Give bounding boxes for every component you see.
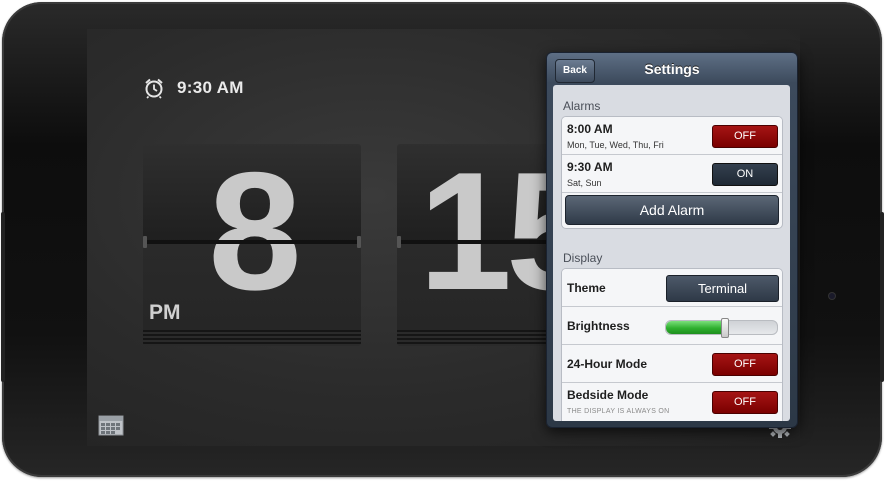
hour-flip-card: 8 PM xyxy=(143,137,361,349)
alarm-toggle[interactable]: OFF xyxy=(712,125,778,148)
settings-body[interactable]: Alarms 8:00 AM Mon, Tue, Wed, Thu, Fri O… xyxy=(553,85,790,421)
display-group: Theme Terminal Brightness 24-Hour Mode O… xyxy=(561,268,783,421)
settings-popover: Back Settings Alarms 8:00 AM Mon, Tue, W… xyxy=(546,52,798,428)
hour24-toggle[interactable]: OFF xyxy=(712,353,778,376)
hour24-label: 24-Hour Mode xyxy=(567,357,648,371)
theme-label: Theme xyxy=(567,281,606,295)
bedside-note: THE DISPLAY IS ALWAYS ON xyxy=(567,408,670,415)
display-section-label: Display xyxy=(563,251,603,265)
hour24-row[interactable]: 24-Hour Mode OFF xyxy=(562,345,782,383)
alarm-row[interactable]: 8:00 AM Mon, Tue, Wed, Thu, Fri OFF xyxy=(562,117,782,155)
alarm-days: Mon, Tue, Wed, Thu, Fri xyxy=(567,140,664,150)
brightness-slider[interactable] xyxy=(665,318,778,338)
alarm-toggle[interactable]: ON xyxy=(712,163,778,186)
theme-row[interactable]: Theme Terminal xyxy=(562,269,782,307)
calendar-icon[interactable] xyxy=(98,414,124,436)
bedside-toggle[interactable]: OFF xyxy=(712,391,778,414)
camera-icon xyxy=(829,293,835,299)
alarm-time: 9:30 AM xyxy=(567,160,613,174)
side-button xyxy=(1,212,5,382)
hour-digit: 8 xyxy=(208,137,301,325)
brightness-fill xyxy=(666,321,724,334)
alarm-days: Sat, Sun xyxy=(567,178,602,188)
theme-select[interactable]: Terminal xyxy=(666,275,779,302)
alarms-group: 8:00 AM Mon, Tue, Wed, Thu, Fri OFF 9:30… xyxy=(561,116,783,229)
alarms-section-label: Alarms xyxy=(563,99,601,113)
add-alarm-button[interactable]: Add Alarm xyxy=(565,195,779,225)
ampm-label: PM xyxy=(149,301,181,324)
bedside-row[interactable]: Bedside Mode THE DISPLAY IS ALWAYS ON OF… xyxy=(562,383,782,420)
settings-title: Settings xyxy=(644,61,700,77)
alarm-row[interactable]: 9:30 AM Sat, Sun ON xyxy=(562,155,782,193)
brightness-label: Brightness xyxy=(567,319,630,333)
alarm-time: 8:00 AM xyxy=(567,122,613,136)
alarm-clock-icon xyxy=(145,78,163,99)
next-alarm-time: 9:30 AM xyxy=(177,78,244,97)
side-button xyxy=(880,212,884,382)
next-alarm: 9:30 AM xyxy=(143,77,244,99)
bedside-label: Bedside Mode xyxy=(567,388,649,402)
brightness-thumb[interactable] xyxy=(721,318,729,338)
brightness-row: Brightness xyxy=(562,307,782,345)
